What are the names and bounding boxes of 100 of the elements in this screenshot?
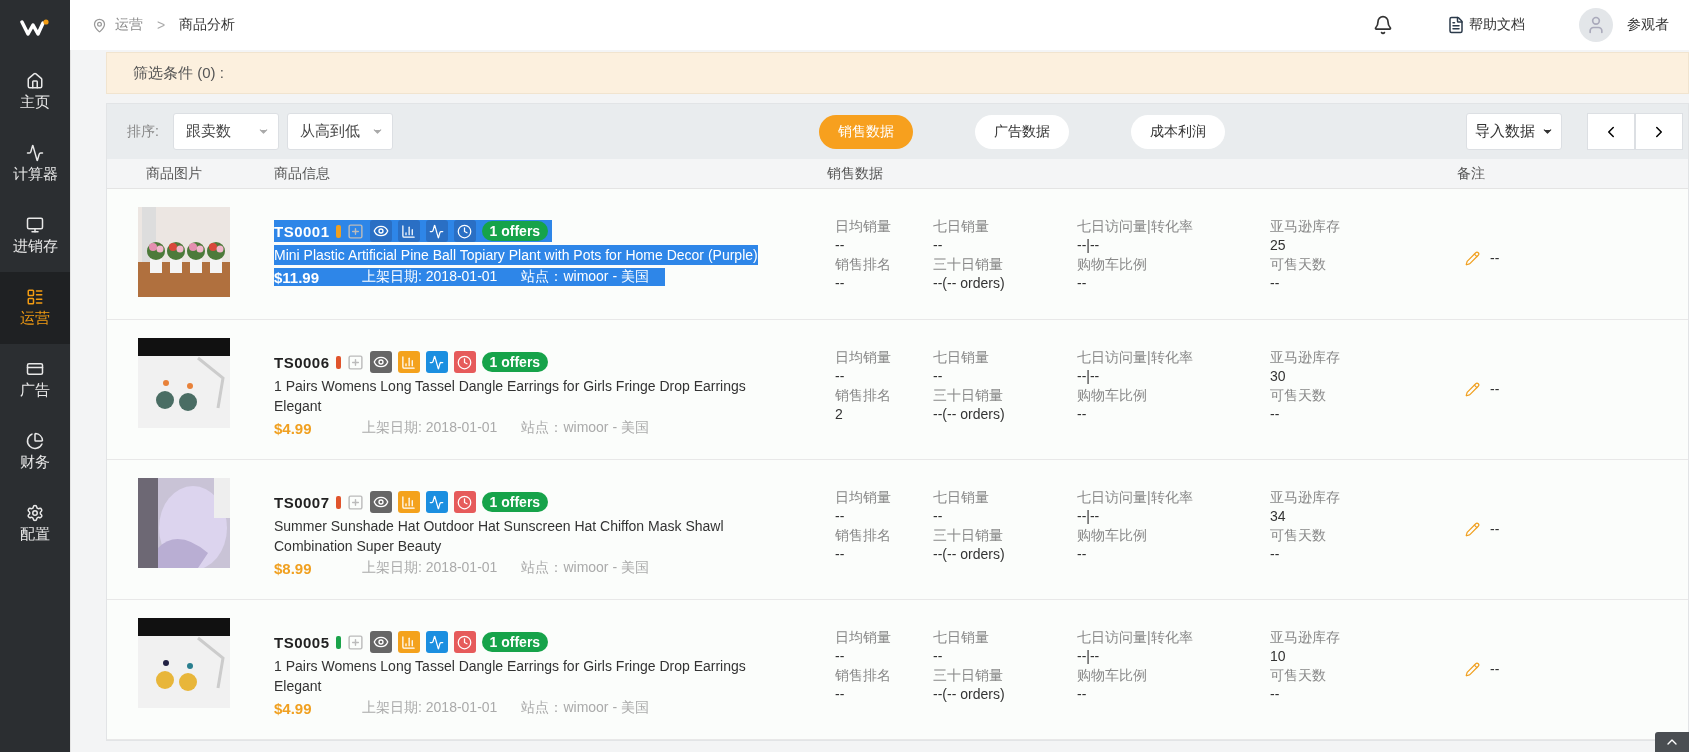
price: $8.99 [274, 559, 313, 577]
stat-label: 购物车比例 [1077, 526, 1148, 545]
chart-icon[interactable] [397, 631, 420, 653]
stat-value: -- [933, 236, 944, 255]
sort-select[interactable]: 从高到低 [286, 113, 393, 150]
notification-icon[interactable] [1373, 15, 1393, 35]
clock-icon[interactable] [453, 220, 476, 242]
stat-label: 购物车比例 [1077, 255, 1148, 274]
note-text: -- [1490, 381, 1500, 397]
stat-value: --|-- [1077, 236, 1101, 255]
trend-icon[interactable] [425, 631, 448, 653]
product-title: Summer Sunshade Hat Outdoor Hat Sunscreen Hat Chiffon Mask Shawl Combination Super Beauty [274, 517, 725, 556]
column-header: 销售数据 [827, 164, 884, 183]
avatar[interactable] [1579, 8, 1613, 42]
view-tab[interactable]: 广告数据 [974, 114, 1069, 149]
stat-label: 七日销量 [933, 488, 990, 507]
sidebar-item[interactable]: 广告 [0, 344, 70, 416]
nav-icon [26, 216, 44, 234]
breadcrumb-current: 商品分析 [179, 16, 236, 34]
site-text: 站点：wimoor - 美国 [521, 699, 649, 717]
stat-label: 亚马逊库存 [1270, 348, 1341, 367]
stat-value: -- [1077, 274, 1088, 293]
eye-icon[interactable] [369, 220, 392, 242]
stat-value: 30 [1270, 367, 1287, 386]
stat-value: -- [1077, 405, 1088, 424]
stat-value: -- [835, 545, 846, 564]
listing-date: 上架日期: 2018-01-01 [362, 699, 498, 717]
stat-value: -- [1270, 545, 1281, 564]
clock-icon[interactable] [453, 351, 476, 373]
stat-label: 七日销量 [933, 348, 990, 367]
breadcrumb-separator: > [157, 17, 166, 33]
stat-value: -- [835, 647, 846, 666]
user-name: 参观者 [1627, 16, 1669, 34]
sidebar-item[interactable]: 运营 [0, 272, 70, 344]
price: $4.99 [274, 419, 313, 437]
trend-icon[interactable] [425, 491, 448, 513]
stat-label: 三十日销量 [933, 255, 1004, 274]
stat-label: 日均销量 [835, 628, 892, 647]
stat-label: 七日访问量|转化率 [1077, 348, 1194, 367]
view-tab[interactable]: 成本利润 [1130, 114, 1225, 149]
stat-value: -- [933, 507, 944, 526]
stat-label: 日均销量 [835, 217, 892, 236]
sidebar-item[interactable]: 计算器 [0, 128, 70, 200]
note-text: -- [1490, 661, 1500, 677]
add-icon[interactable] [346, 633, 364, 651]
location-icon [92, 17, 107, 33]
scroll-top-button[interactable] [1655, 732, 1689, 752]
edit-icon[interactable] [1465, 250, 1480, 266]
trend-icon[interactable] [425, 351, 448, 373]
eye-icon[interactable] [369, 351, 392, 373]
eye-icon[interactable] [369, 491, 392, 513]
stat-value: -- [1270, 274, 1281, 293]
note-text: -- [1490, 521, 1500, 537]
stat-label: 可售天数 [1270, 526, 1327, 545]
price: $4.99 [274, 699, 313, 717]
column-header: 备注 [1457, 164, 1486, 183]
nav-icon [26, 360, 44, 378]
sort-select[interactable]: 跟卖数 [172, 113, 279, 150]
listing-date: 上架日期: 2018-01-01 [362, 419, 498, 437]
breadcrumb-link[interactable]: 运营 [115, 16, 143, 34]
stat-value: -- [1270, 685, 1281, 704]
sidebar-item[interactable]: 配置 [0, 488, 70, 560]
stat-label: 三十日销量 [933, 386, 1004, 405]
stat-value: --|-- [1077, 507, 1101, 526]
chart-icon[interactable] [397, 491, 420, 513]
sidebar-item[interactable]: 进销存 [0, 200, 70, 272]
stat-label: 七日销量 [933, 628, 990, 647]
stat-value: --(-- orders) [933, 545, 1006, 564]
sidebar-item[interactable]: 主页 [0, 56, 70, 128]
document-icon [1447, 16, 1465, 34]
note-text: -- [1490, 250, 1500, 266]
edit-icon[interactable] [1465, 381, 1480, 397]
help-link[interactable]: 帮助文档 [1469, 16, 1525, 34]
nav-icon [26, 288, 44, 306]
stat-value: -- [1270, 405, 1281, 424]
stat-label: 购物车比例 [1077, 666, 1148, 685]
add-icon[interactable] [346, 493, 364, 511]
stat-label: 七日销量 [933, 217, 990, 236]
stat-value: -- [933, 647, 944, 666]
edit-icon[interactable] [1465, 661, 1480, 677]
sidebar-item[interactable]: 财务 [0, 416, 70, 488]
add-icon[interactable] [346, 353, 364, 371]
site-text: 站点：wimoor - 美国 [521, 559, 649, 577]
clock-icon[interactable] [453, 631, 476, 653]
stat-label: 购物车比例 [1077, 386, 1148, 405]
stat-label: 可售天数 [1270, 666, 1327, 685]
chart-icon[interactable] [397, 351, 420, 373]
trend-icon[interactable] [425, 220, 448, 242]
add-icon[interactable] [346, 222, 364, 240]
stat-value: --|-- [1077, 647, 1101, 666]
edit-icon[interactable] [1465, 521, 1480, 537]
chart-icon[interactable] [397, 220, 420, 242]
stat-label: 销售排名 [835, 386, 892, 405]
sku-text: TS0005 [274, 633, 330, 651]
eye-icon[interactable] [369, 631, 392, 653]
stat-label: 七日访问量|转化率 [1077, 217, 1194, 236]
stat-value: 10 [1270, 647, 1287, 666]
stat-label: 三十日销量 [933, 666, 1004, 685]
clock-icon[interactable] [453, 491, 476, 513]
import-button[interactable]: 导入数据 [1466, 113, 1562, 150]
